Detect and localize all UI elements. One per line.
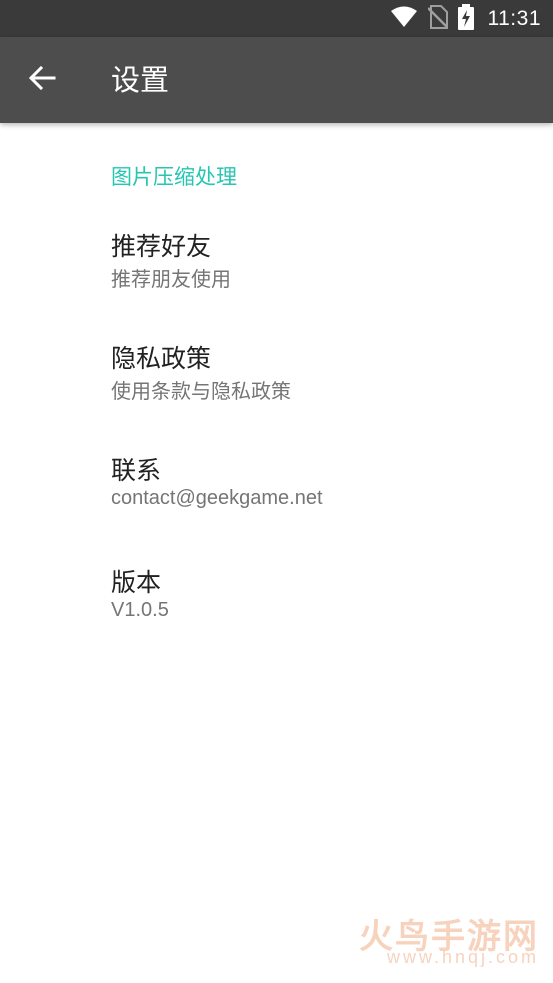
pref-title: 版本 [111, 568, 162, 597]
pref-privacy-policy[interactable]: 隐私政策 使用条款与隐私政策 [0, 339, 553, 439]
pref-summary: 推荐朋友使用 [111, 269, 231, 291]
pref-title: 联系 [111, 456, 162, 485]
status-icons: 11:31 [390, 0, 542, 37]
pref-summary: 使用条款与隐私政策 [111, 381, 291, 403]
back-button[interactable] [14, 52, 70, 108]
page-title: 设置 [111, 63, 170, 97]
arrow-back-icon [28, 64, 56, 96]
status-time: 11:31 [487, 6, 541, 30]
pref-summary: contact@geekgame.net [111, 487, 323, 509]
wifi-icon [390, 6, 418, 32]
category-header: 图片压缩处理 [111, 165, 237, 189]
status-bar: 11:31 [0, 0, 553, 37]
pref-title: 隐私政策 [111, 344, 212, 373]
pref-title: 推荐好友 [111, 232, 212, 261]
watermark-url: www.hnqj.com [386, 947, 539, 967]
pref-contact[interactable]: 联系 contact@geekgame.net [0, 451, 553, 551]
battery-charging-icon [457, 3, 474, 34]
no-sim-icon [426, 4, 449, 33]
watermark: 火鸟手游网 www.hnqj.com [359, 909, 539, 973]
pref-summary: V1.0.5 [111, 599, 169, 621]
pref-version[interactable]: 版本 V1.0.5 [0, 563, 553, 663]
pref-recommend-friends[interactable]: 推荐好友 推荐朋友使用 [0, 227, 553, 327]
app-bar: 设置 [0, 37, 553, 123]
